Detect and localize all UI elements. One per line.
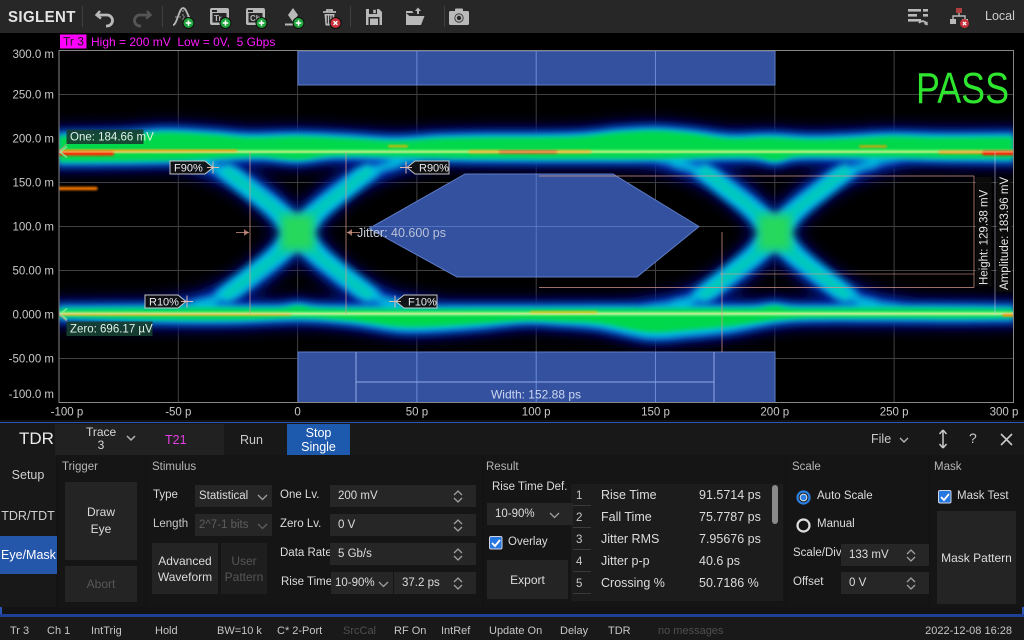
svg-text:0: 0 <box>294 407 300 419</box>
svg-text:150.0 m: 150.0 m <box>12 178 54 190</box>
svg-text:200 p: 200 p <box>760 407 789 419</box>
svg-text:50.00 m: 50.00 m <box>12 266 54 278</box>
svg-text:F90%: F90% <box>174 163 203 175</box>
svg-text:High = 200 mV Low = 0V, 5 Gb: High = 200 mV Low = 0V, 5 Gbps <box>91 35 275 49</box>
svg-text:100.0 m: 100.0 m <box>12 222 54 234</box>
svg-text:Zero: 696.17 µV: Zero: 696.17 µV <box>70 324 153 336</box>
svg-text:Jitter: 40.600 ps: Jitter: 40.600 ps <box>357 226 446 240</box>
svg-text:Amplitude: 183.96 mV: Amplitude: 183.96 mV <box>999 177 1011 290</box>
svg-text:300.0 m: 300.0 m <box>12 49 54 61</box>
svg-text:250.0 m: 250.0 m <box>12 90 54 102</box>
svg-text:One: 184.66 mV: One: 184.66 mV <box>70 132 154 144</box>
svg-text:150 p: 150 p <box>641 407 670 419</box>
svg-text:Width: 152.88 ps: Width: 152.88 ps <box>491 388 581 402</box>
svg-text:50 p: 50 p <box>406 407 428 419</box>
svg-text:R10%: R10% <box>149 297 179 309</box>
svg-text:R90%: R90% <box>419 163 449 175</box>
svg-text:300 p: 300 p <box>990 407 1019 419</box>
svg-text:F10%: F10% <box>408 297 437 309</box>
svg-text:200.0 m: 200.0 m <box>12 134 54 146</box>
svg-text:0.000 m: 0.000 m <box>12 310 54 322</box>
svg-text:-50 p: -50 p <box>165 407 191 419</box>
svg-text:Tr 3: Tr 3 <box>63 35 84 49</box>
svg-text:100 p: 100 p <box>522 407 551 419</box>
svg-text:250 p: 250 p <box>880 407 909 419</box>
svg-text:-100.0 m: -100.0 m <box>9 389 54 401</box>
svg-text:-50.00 m: -50.00 m <box>9 354 54 366</box>
svg-text:-100 p: -100 p <box>51 407 84 419</box>
svg-text:Height: 129.38 mV: Height: 129.38 mV <box>979 189 991 285</box>
svg-text:PASS: PASS <box>916 64 1009 113</box>
